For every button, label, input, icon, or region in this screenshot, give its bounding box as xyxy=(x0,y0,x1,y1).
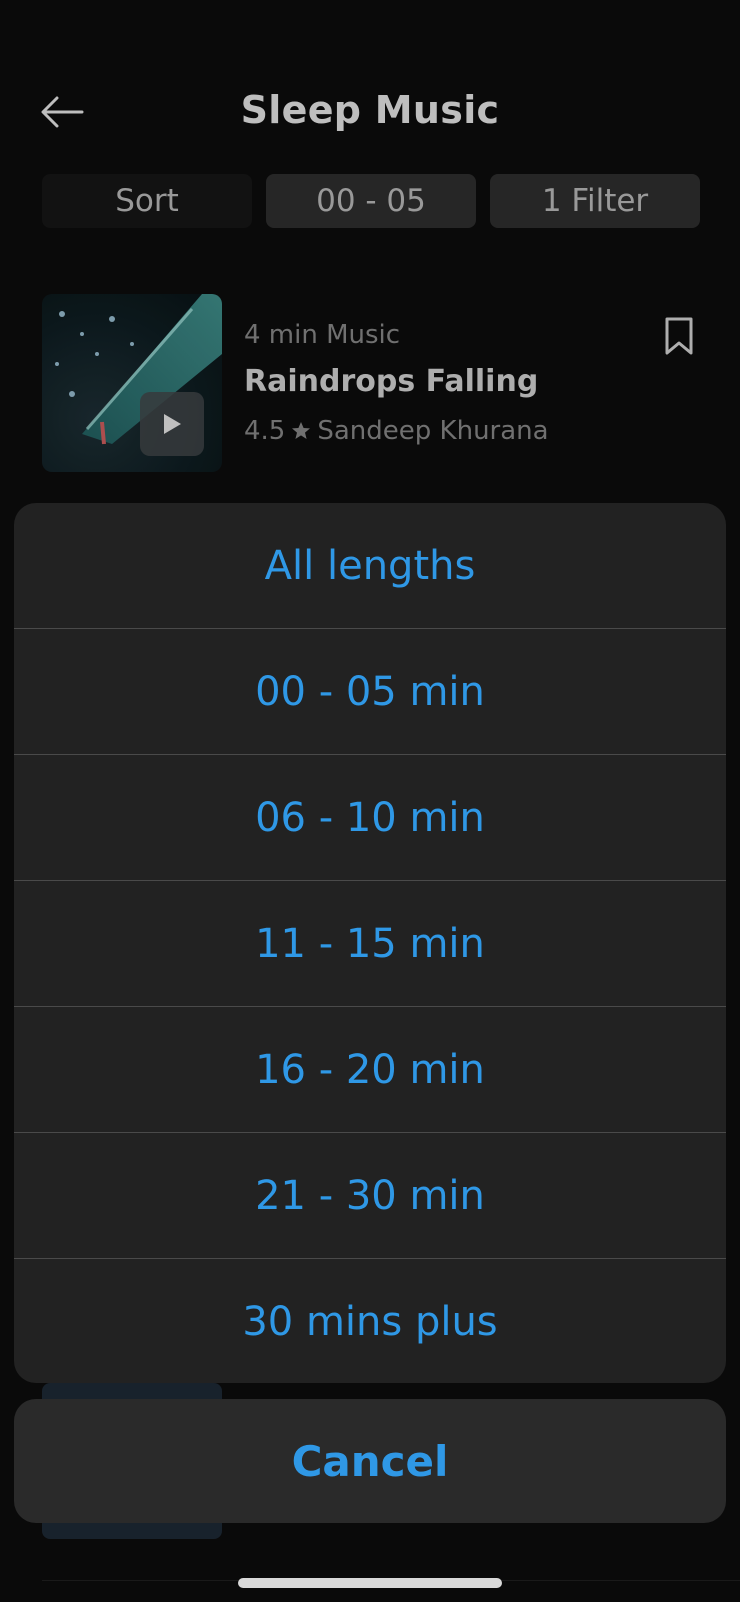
option-00-05-min[interactable]: 00 - 05 min xyxy=(14,629,726,755)
option-all-lengths[interactable]: All lengths xyxy=(14,503,726,629)
option-06-10-min[interactable]: 06 - 10 min xyxy=(14,755,726,881)
option-21-30-min[interactable]: 21 - 30 min xyxy=(14,1133,726,1259)
home-indicator[interactable] xyxy=(238,1578,502,1588)
cancel-button[interactable]: Cancel xyxy=(14,1399,726,1523)
option-16-20-min[interactable]: 16 - 20 min xyxy=(14,1007,726,1133)
option-11-15-min[interactable]: 11 - 15 min xyxy=(14,881,726,1007)
screen: Sleep Music Sort 00 - 05 1 Filter 4 min … xyxy=(0,0,740,1602)
option-30-mins-plus[interactable]: 30 mins plus xyxy=(14,1259,726,1383)
length-action-sheet: All lengths 00 - 05 min 06 - 10 min 11 -… xyxy=(14,503,726,1383)
